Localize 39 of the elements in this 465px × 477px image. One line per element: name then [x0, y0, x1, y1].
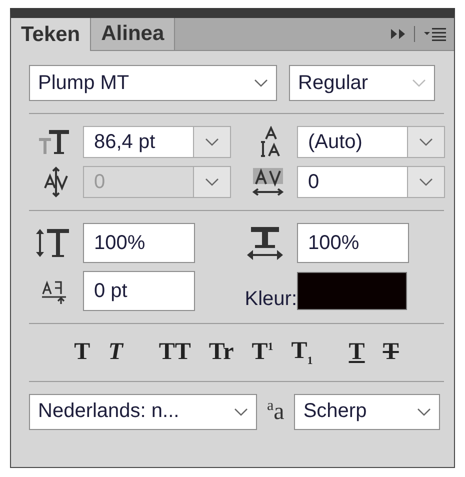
combo-field[interactable]: (Auto): [297, 126, 445, 158]
font-size-icon: [37, 128, 71, 156]
color-label: Kleur:: [244, 288, 297, 311]
chevron-icon: [205, 178, 219, 186]
chevron-icon: [417, 408, 432, 416]
input-field[interactable]: 100%: [83, 223, 195, 263]
color-swatch[interactable]: [297, 272, 407, 310]
menu-icon[interactable]: [424, 27, 446, 41]
horizontal-scale-icon: [245, 225, 285, 261]
collapse-icon[interactable]: [390, 29, 406, 39]
panel-tab[interactable]: Alinea: [91, 18, 176, 50]
tracking-icon: [251, 166, 285, 198]
font-style-dropdown[interactable]: Regular: [289, 65, 435, 101]
chevron-icon: [412, 79, 426, 87]
kerning-icon: [43, 166, 71, 198]
text-style-button[interactable]: T$_{1}$: [287, 338, 317, 367]
chevron-icon: [419, 138, 433, 146]
panel-tab[interactable]: Teken: [11, 18, 92, 51]
language-dropdown[interactable]: Nederlands: n...: [29, 394, 257, 430]
vertical-scale-icon: [35, 227, 71, 259]
input-field[interactable]: 100%: [297, 223, 409, 263]
input-field[interactable]: 0 pt: [83, 271, 195, 311]
chevron-icon: [234, 408, 248, 416]
text-style-button[interactable]: T$^{1}$: [248, 338, 278, 367]
combo-field[interactable]: 86,4 pt: [83, 126, 231, 158]
separator-icon: [414, 26, 416, 42]
combo-field[interactable]: 0: [297, 166, 445, 198]
text-style-button[interactable]: T: [104, 338, 127, 367]
text-style-button[interactable]: T: [70, 338, 94, 367]
anti-alias-icon: $^{a}$a: [267, 398, 284, 426]
anti-alias-dropdown[interactable]: Scherp: [294, 394, 440, 430]
text-style-button[interactable]: T: [378, 338, 403, 367]
text-style-button[interactable]: Tr: [204, 338, 238, 367]
chevron-icon: [254, 79, 268, 87]
text-style-button[interactable]: T: [344, 338, 369, 367]
text-style-button[interactable]: TT: [154, 338, 195, 367]
chevron-icon: [205, 138, 219, 146]
font-family-dropdown[interactable]: Plump MT: [29, 65, 277, 101]
chevron-icon: [419, 178, 433, 186]
